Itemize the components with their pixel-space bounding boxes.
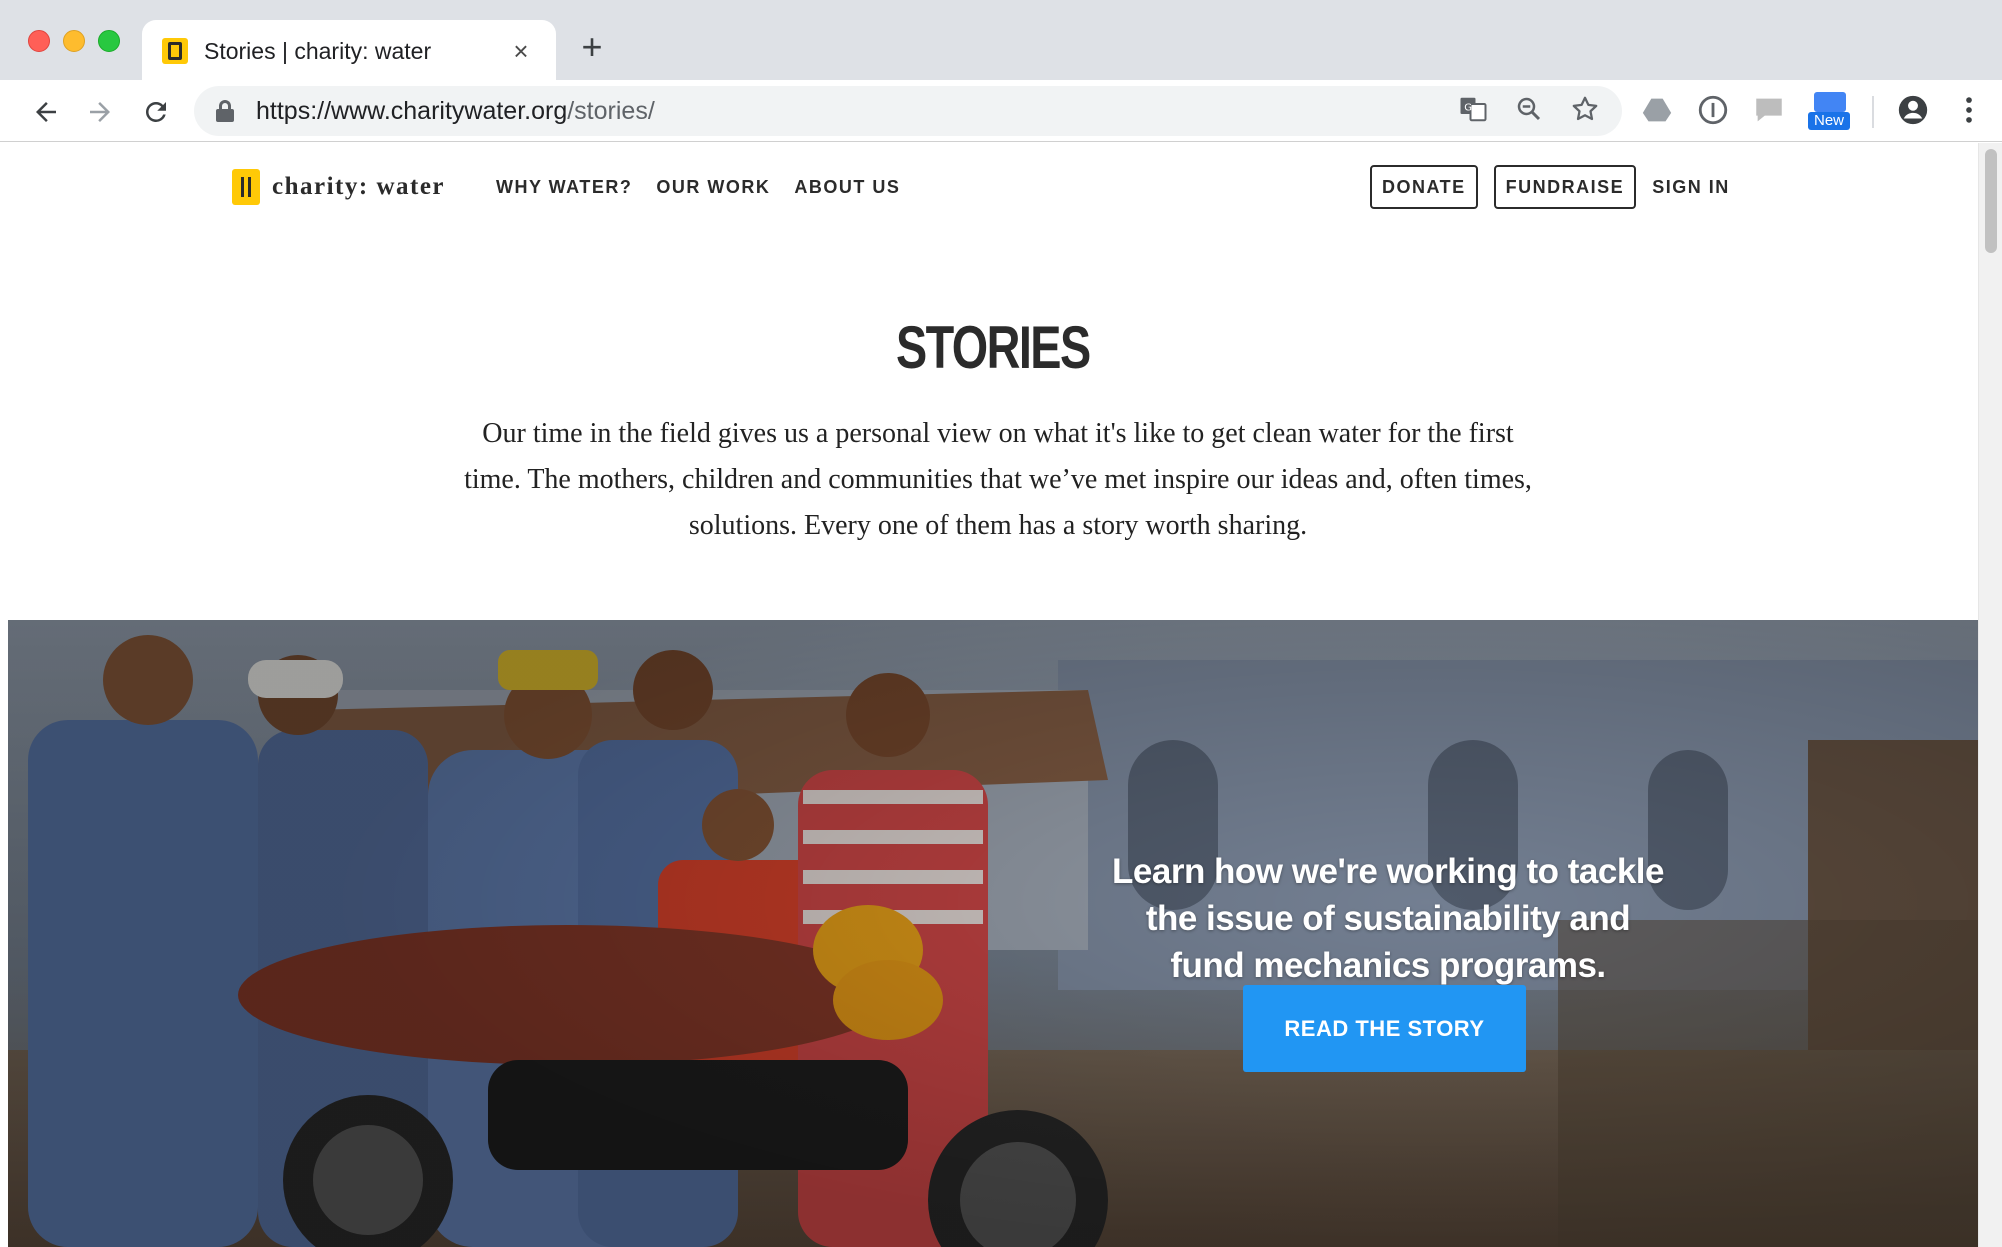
hero-headline-line: fund mechanics programs.	[1170, 946, 1606, 985]
back-arrow-icon[interactable]	[26, 92, 66, 132]
logo-text: charity: water	[272, 173, 446, 200]
browser-toolbar: https://www.charitywater.org/stories/ G …	[0, 80, 2002, 142]
address-bar[interactable]: https://www.charitywater.org/stories/ G	[194, 86, 1622, 136]
tab-title: Stories | charity: water	[204, 37, 432, 64]
featured-story-hero: Learn how we're working to tackle the is…	[8, 620, 1978, 1247]
close-window-button[interactable]	[28, 30, 50, 52]
maximize-window-button[interactable]	[98, 30, 120, 52]
donate-button[interactable]: DONATE	[1370, 165, 1478, 209]
intro-paragraph: Our time in the field gives us a persona…	[398, 411, 1598, 549]
site-header: charity: water WHY WATER? OUR WORK ABOUT…	[8, 143, 1978, 233]
forward-arrow-icon[interactable]	[80, 92, 120, 132]
hero-headline-line: the issue of sustainability and	[1145, 899, 1631, 938]
new-tab-button[interactable]: +	[574, 29, 610, 66]
chat-extension-icon[interactable]	[1752, 93, 1786, 132]
lock-icon	[216, 100, 234, 122]
fundraise-button[interactable]: FUNDRAISE	[1493, 165, 1637, 209]
url-text[interactable]: https://www.charitywater.org/stories/	[256, 97, 655, 126]
page-title: STORIES	[895, 314, 1091, 381]
scrollbar-thumb[interactable]	[1985, 149, 1997, 253]
svg-text:G: G	[1464, 102, 1472, 113]
charity-water-logo[interactable]: charity: water	[232, 169, 445, 205]
toolbar-divider	[1872, 96, 1874, 128]
profile-avatar-icon[interactable]	[1896, 93, 1930, 132]
browser-menu-icon[interactable]	[1952, 93, 1986, 132]
header-actions: DONATE FUNDRAISE SIGN IN	[1370, 165, 1730, 209]
translate-icon[interactable]: G	[1458, 94, 1488, 129]
zoom-icon[interactable]	[1514, 94, 1544, 129]
page-scrollbar[interactable]	[1978, 143, 2002, 1247]
main-nav: WHY WATER? OUR WORK ABOUT US	[496, 177, 900, 198]
new-badge: New	[1808, 112, 1850, 130]
nav-our-work[interactable]: OUR WORK	[656, 177, 770, 198]
sign-in-link[interactable]: SIGN IN	[1652, 177, 1730, 198]
bookmark-star-icon[interactable]	[1570, 94, 1600, 129]
intro-line: Our time in the field gives us a persona…	[482, 418, 1514, 449]
password-manager-icon[interactable]	[1696, 93, 1730, 132]
new-extension-icon[interactable]: New	[1808, 92, 1850, 132]
reload-icon[interactable]	[136, 92, 176, 132]
nav-why-water[interactable]: WHY WATER?	[496, 177, 632, 198]
hero-headline-line: Learn how we're working to tackle	[1112, 852, 1664, 891]
jerry-can-logo-icon	[232, 169, 260, 205]
hero-headline: Learn how we're working to tackle the is…	[1058, 848, 1718, 989]
page-viewport: charity: water WHY WATER? OUR WORK ABOUT…	[8, 143, 1978, 1247]
intro-line: time. The mothers, children and communit…	[464, 464, 1532, 495]
drive-extension-icon[interactable]	[1640, 93, 1674, 132]
read-the-story-button[interactable]: READ THE STORY	[1243, 985, 1526, 1072]
browser-tab-active[interactable]: Stories | charity: water ×	[142, 20, 556, 82]
intro-line: solutions. Every one of them has a story…	[688, 510, 1308, 541]
minimize-window-button[interactable]	[63, 30, 85, 52]
browser-titlebar: Stories | charity: water × +	[0, 0, 2002, 82]
tab-close-icon[interactable]: ×	[506, 36, 536, 66]
nav-about-us[interactable]: ABOUT US	[794, 177, 900, 198]
charity-water-favicon-icon	[162, 38, 188, 64]
